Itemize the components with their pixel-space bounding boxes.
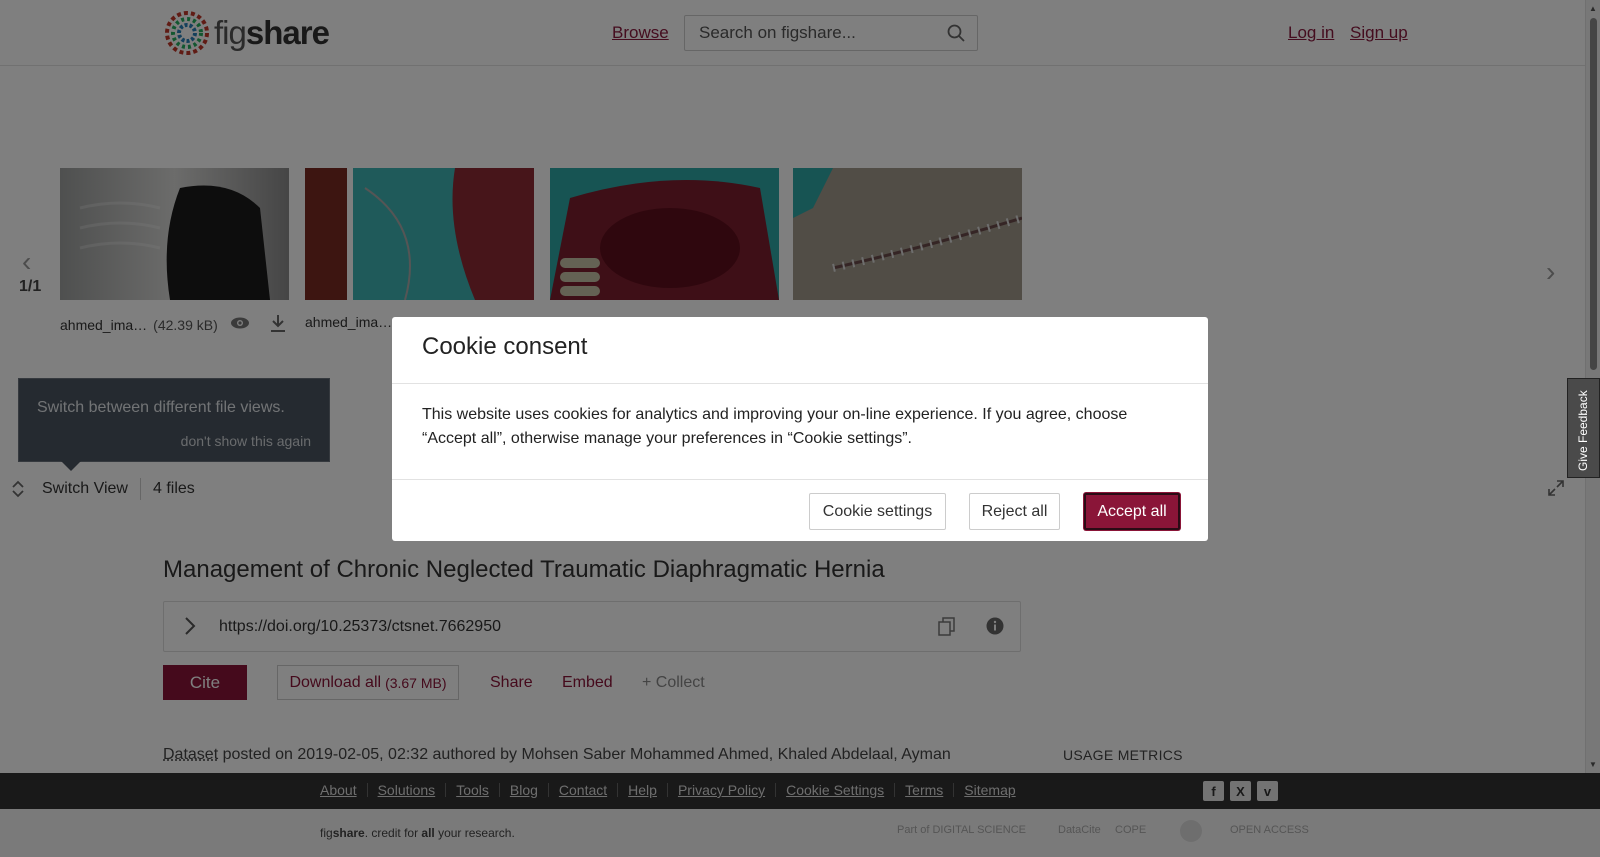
divider xyxy=(392,479,1208,480)
dialog-title: Cookie consent xyxy=(422,333,588,360)
cookie-settings-button[interactable]: Cookie settings xyxy=(809,493,946,530)
give-feedback-tab[interactable]: Give Feedback xyxy=(1567,378,1600,478)
cookie-consent-dialog: Cookie consent This website uses cookies… xyxy=(392,317,1208,541)
dialog-body: This website uses cookies for analytics … xyxy=(422,406,1128,447)
give-feedback-label: Give Feedback xyxy=(1576,390,1590,471)
accept-all-button[interactable]: Accept all xyxy=(1084,493,1180,530)
reject-all-button[interactable]: Reject all xyxy=(969,493,1060,530)
divider xyxy=(392,383,1208,384)
